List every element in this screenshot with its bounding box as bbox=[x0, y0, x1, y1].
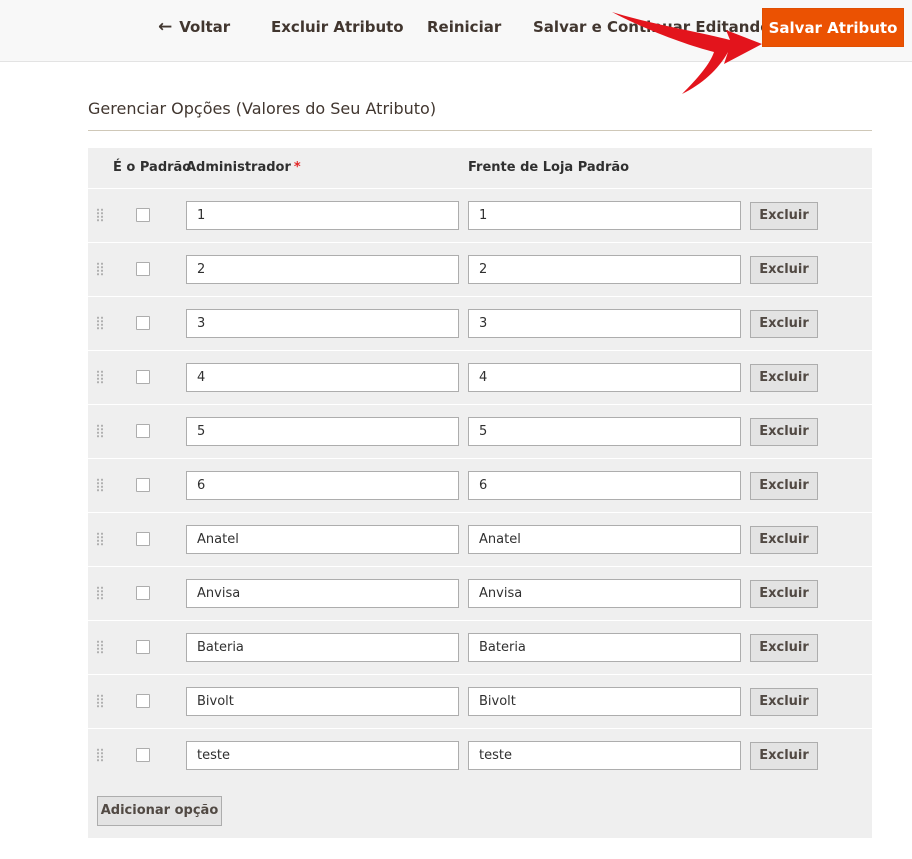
table-row: Excluir bbox=[88, 674, 872, 728]
store-value-input[interactable] bbox=[468, 633, 741, 662]
column-header-store: Frente de Loja Padrão bbox=[468, 160, 630, 175]
reset-button[interactable]: Reiniciar bbox=[427, 8, 501, 46]
table-row: Excluir bbox=[88, 620, 872, 674]
column-header-admin-label: Administrador bbox=[186, 160, 291, 175]
is-default-checkbox[interactable] bbox=[136, 694, 150, 708]
delete-option-button[interactable]: Excluir bbox=[750, 310, 818, 338]
delete-option-button[interactable]: Excluir bbox=[750, 688, 818, 716]
drag-handle-icon[interactable] bbox=[96, 532, 104, 546]
table-row: Excluir bbox=[88, 350, 872, 404]
delete-option-button[interactable]: Excluir bbox=[750, 364, 818, 392]
back-button[interactable]: ← Voltar bbox=[158, 8, 230, 46]
admin-value-input[interactable] bbox=[186, 741, 459, 770]
delete-option-button[interactable]: Excluir bbox=[750, 742, 818, 770]
table-row: Excluir bbox=[88, 728, 872, 782]
admin-value-input[interactable] bbox=[186, 255, 459, 284]
store-value-input[interactable] bbox=[468, 525, 741, 554]
page-actions-bar: ← Voltar Excluir Atributo Reiniciar Salva… bbox=[0, 0, 912, 62]
back-button-label: Voltar bbox=[179, 18, 231, 36]
section-divider bbox=[88, 130, 872, 131]
delete-option-button[interactable]: Excluir bbox=[750, 472, 818, 500]
admin-value-input[interactable] bbox=[186, 201, 459, 230]
table-row: Excluir bbox=[88, 188, 872, 242]
is-default-checkbox[interactable] bbox=[136, 424, 150, 438]
admin-value-input[interactable] bbox=[186, 309, 459, 338]
admin-value-input[interactable] bbox=[186, 687, 459, 716]
delete-option-button[interactable]: Excluir bbox=[750, 526, 818, 554]
store-value-input[interactable] bbox=[468, 417, 741, 446]
delete-option-button[interactable]: Excluir bbox=[750, 634, 818, 662]
is-default-checkbox[interactable] bbox=[136, 478, 150, 492]
save-and-continue-button[interactable]: Salvar e Continuar Editando bbox=[533, 8, 771, 46]
store-value-input[interactable] bbox=[468, 687, 741, 716]
admin-value-input[interactable] bbox=[186, 471, 459, 500]
is-default-checkbox[interactable] bbox=[136, 370, 150, 384]
admin-value-input[interactable] bbox=[186, 579, 459, 608]
drag-handle-icon[interactable] bbox=[96, 694, 104, 708]
arrow-left-icon: ← bbox=[158, 17, 173, 37]
drag-handle-icon[interactable] bbox=[96, 424, 104, 438]
store-value-input[interactable] bbox=[468, 741, 741, 770]
drag-handle-icon[interactable] bbox=[96, 748, 104, 762]
is-default-checkbox[interactable] bbox=[136, 532, 150, 546]
column-header-default: É o Padrão bbox=[113, 160, 192, 175]
delete-option-button[interactable]: Excluir bbox=[750, 580, 818, 608]
admin-value-input[interactable] bbox=[186, 633, 459, 662]
table-row: Excluir bbox=[88, 242, 872, 296]
is-default-checkbox[interactable] bbox=[136, 586, 150, 600]
delete-attribute-button[interactable]: Excluir Atributo bbox=[271, 8, 404, 46]
section-title: Gerenciar Opções (Valores do Seu Atribut… bbox=[88, 99, 437, 118]
store-value-input[interactable] bbox=[468, 255, 741, 284]
manage-options-table: É o Padrão Administrador * Frente de Loja… bbox=[88, 148, 872, 838]
drag-handle-icon[interactable] bbox=[96, 316, 104, 330]
store-value-input[interactable] bbox=[468, 363, 741, 392]
store-value-input[interactable] bbox=[468, 579, 741, 608]
admin-value-input[interactable] bbox=[186, 417, 459, 446]
is-default-checkbox[interactable] bbox=[136, 748, 150, 762]
is-default-checkbox[interactable] bbox=[136, 208, 150, 222]
table-row: Excluir bbox=[88, 404, 872, 458]
delete-option-button[interactable]: Excluir bbox=[750, 418, 818, 446]
store-value-input[interactable] bbox=[468, 201, 741, 230]
drag-handle-icon[interactable] bbox=[96, 370, 104, 384]
is-default-checkbox[interactable] bbox=[136, 262, 150, 276]
admin-value-input[interactable] bbox=[186, 363, 459, 392]
is-default-checkbox[interactable] bbox=[136, 640, 150, 654]
add-option-button[interactable]: Adicionar opção bbox=[97, 796, 222, 826]
table-row: Excluir bbox=[88, 512, 872, 566]
drag-handle-icon[interactable] bbox=[96, 208, 104, 222]
drag-handle-icon[interactable] bbox=[96, 586, 104, 600]
drag-handle-icon[interactable] bbox=[96, 640, 104, 654]
table-row: Excluir bbox=[88, 458, 872, 512]
table-row: Excluir bbox=[88, 296, 872, 350]
drag-handle-icon[interactable] bbox=[96, 478, 104, 492]
delete-option-button[interactable]: Excluir bbox=[750, 202, 818, 230]
table-row: Excluir bbox=[88, 566, 872, 620]
store-value-input[interactable] bbox=[468, 309, 741, 338]
is-default-checkbox[interactable] bbox=[136, 316, 150, 330]
store-value-input[interactable] bbox=[468, 471, 741, 500]
required-mark: * bbox=[293, 160, 301, 175]
admin-value-input[interactable] bbox=[186, 525, 459, 554]
column-header-admin: Administrador * bbox=[186, 160, 301, 175]
delete-option-button[interactable]: Excluir bbox=[750, 256, 818, 284]
table-header: É o Padrão Administrador * Frente de Loja… bbox=[88, 148, 872, 188]
drag-handle-icon[interactable] bbox=[96, 262, 104, 276]
save-attribute-button[interactable]: Salvar Atributo bbox=[762, 8, 904, 47]
